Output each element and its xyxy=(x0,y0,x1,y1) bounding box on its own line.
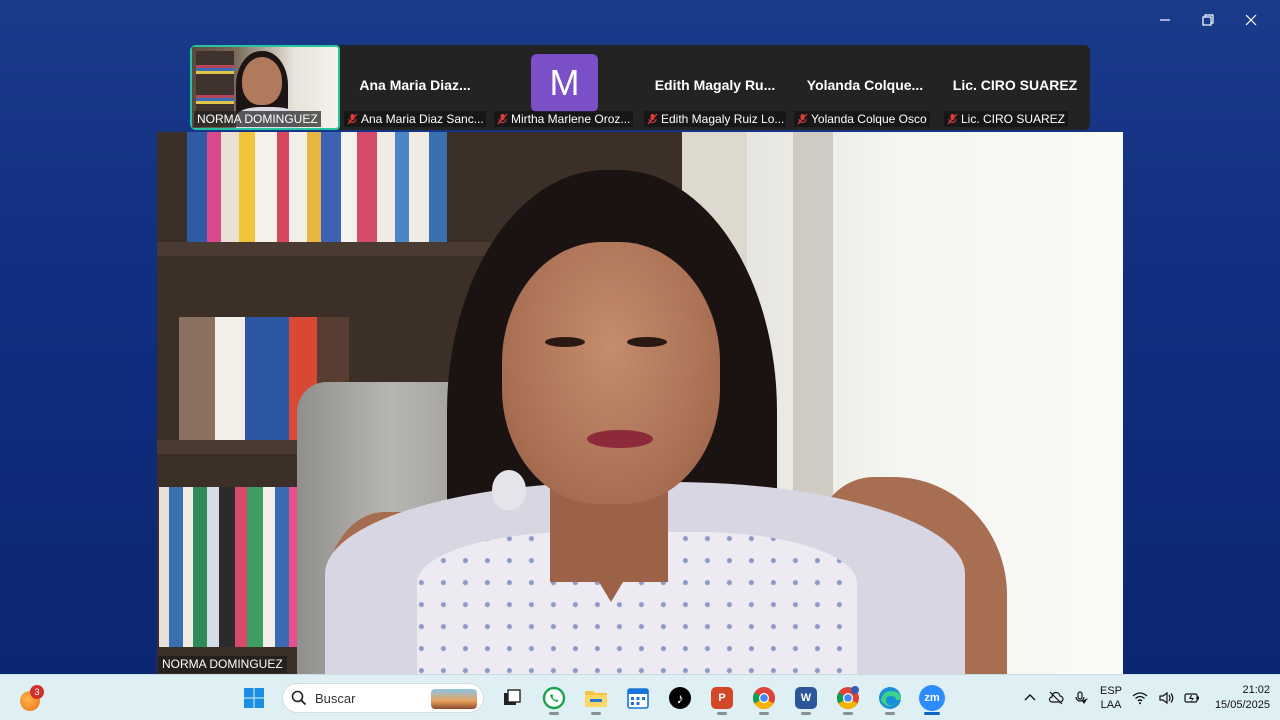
participant-name-label: Mirtha Marlene Oroz... xyxy=(494,111,634,127)
participant-name-label: Yolanda Colque Osco xyxy=(794,111,930,127)
main-speaker-video[interactable] xyxy=(157,132,1123,674)
restore-button[interactable] xyxy=(1186,8,1229,32)
participant-tile-norma[interactable]: NORMA DOMINGUEZ xyxy=(190,45,340,130)
muted-mic-icon xyxy=(947,113,958,125)
windows-taskbar: 3 Buscar ♪ P W zm ESP LAA 21:02 15/05/20… xyxy=(0,674,1280,720)
participant-name-label: Ana Maria Diaz Sanc... xyxy=(344,111,486,127)
clock-time: 21:02 xyxy=(1242,684,1270,696)
participant-tile-ana[interactable]: Ana Maria Diaz... Ana Maria Diaz Sanc... xyxy=(340,45,490,130)
taskbar-apps: Buscar ♪ P W zm xyxy=(236,681,950,715)
edge-app[interactable] xyxy=(872,681,908,715)
participant-tile-edith[interactable]: Edith Magaly Ru... Edith Magaly Ruiz Lo.… xyxy=(640,45,790,130)
task-view-button[interactable] xyxy=(494,681,530,715)
language-code: ESP xyxy=(1099,685,1122,697)
chrome-profile-app[interactable] xyxy=(830,681,866,715)
word-icon: W xyxy=(795,687,817,709)
taskbar-search[interactable]: Buscar xyxy=(282,683,484,713)
powerpoint-app[interactable]: P xyxy=(704,681,740,715)
participant-filmstrip: NORMA DOMINGUEZ Ana Maria Diaz... Ana Ma… xyxy=(190,45,1090,130)
system-tray: ESP LAA 21:02 15/05/2025 xyxy=(1022,675,1270,720)
file-explorer-app[interactable] xyxy=(578,681,614,715)
person-lips xyxy=(587,430,653,448)
tiktok-icon: ♪ xyxy=(669,687,691,709)
whatsapp-icon xyxy=(542,686,566,710)
participant-avatar: M xyxy=(531,54,598,112)
clock-date: 15/05/2025 xyxy=(1214,699,1270,711)
calendar-app[interactable] xyxy=(620,681,656,715)
minimize-button[interactable] xyxy=(1143,8,1186,32)
weather-widget[interactable]: 3 xyxy=(16,683,46,713)
earring xyxy=(492,470,526,510)
muted-mic-icon xyxy=(647,113,658,125)
muted-mic-icon xyxy=(797,113,808,125)
word-app[interactable]: W xyxy=(788,681,824,715)
muted-mic-icon xyxy=(497,113,508,125)
minimize-icon xyxy=(1159,19,1170,21)
books-row xyxy=(159,487,319,647)
search-icon xyxy=(291,690,307,706)
battery-charging-icon[interactable] xyxy=(1184,690,1200,706)
whatsapp-app[interactable] xyxy=(536,681,572,715)
wifi-icon[interactable] xyxy=(1132,690,1148,706)
edge-icon xyxy=(879,687,901,709)
participant-display-name: Lic. CIRO SUAREZ xyxy=(952,77,1078,93)
task-view-icon xyxy=(504,689,521,705)
main-speaker-name-label: NORMA DOMINGUEZ xyxy=(158,656,287,673)
zoom-app[interactable]: zm xyxy=(914,681,950,715)
calendar-icon xyxy=(627,688,649,709)
participant-display-name: Edith Magaly Ru... xyxy=(654,77,776,93)
notification-badge: 3 xyxy=(30,685,44,699)
participant-name-label: Edith Magaly Ruiz Lo... xyxy=(644,111,786,127)
close-icon xyxy=(1245,14,1256,26)
muted-mic-icon xyxy=(347,113,358,125)
participant-display-name: Yolanda Colque... xyxy=(806,77,924,93)
microphone-location-icon[interactable] xyxy=(1074,690,1090,706)
books-row xyxy=(187,132,477,244)
close-button[interactable] xyxy=(1229,8,1272,32)
participant-tile-yolanda[interactable]: Yolanda Colque... Yolanda Colque Osco xyxy=(790,45,940,130)
start-button[interactable] xyxy=(236,681,272,715)
window-controls xyxy=(1143,8,1272,32)
taskbar-clock[interactable]: 21:02 15/05/2025 xyxy=(1210,683,1270,713)
participant-name-label: NORMA DOMINGUEZ xyxy=(194,111,321,127)
powerpoint-icon: P xyxy=(711,687,733,709)
search-highlight-image xyxy=(431,689,477,709)
participant-tile-mirtha[interactable]: M Mirtha Marlene Oroz... xyxy=(490,45,640,130)
start-icon xyxy=(244,688,264,708)
participant-name-label: Lic. CIRO SUAREZ xyxy=(944,111,1069,127)
search-placeholder: Buscar xyxy=(315,690,356,706)
tiktok-app[interactable]: ♪ xyxy=(662,681,698,715)
shelf-board xyxy=(157,242,497,256)
chrome-profile-icon xyxy=(837,686,859,709)
participant-display-name: Ana Maria Diaz... xyxy=(359,77,471,93)
input-language-indicator[interactable]: ESP LAA xyxy=(1100,684,1122,712)
cloud-offline-icon[interactable] xyxy=(1048,690,1064,706)
restore-icon xyxy=(1201,14,1214,26)
zoom-icon: zm xyxy=(919,685,945,711)
chrome-app[interactable] xyxy=(746,681,782,715)
participant-tile-ciro[interactable]: Lic. CIRO SUAREZ Lic. CIRO SUAREZ xyxy=(940,45,1090,130)
person-face xyxy=(502,242,720,504)
volume-icon[interactable] xyxy=(1158,690,1174,706)
keyboard-layout-code: LAA xyxy=(1100,699,1122,711)
chrome-icon xyxy=(753,687,775,709)
file-explorer-icon xyxy=(585,691,607,707)
show-hidden-icons-chevron-up-icon[interactable] xyxy=(1022,690,1038,706)
